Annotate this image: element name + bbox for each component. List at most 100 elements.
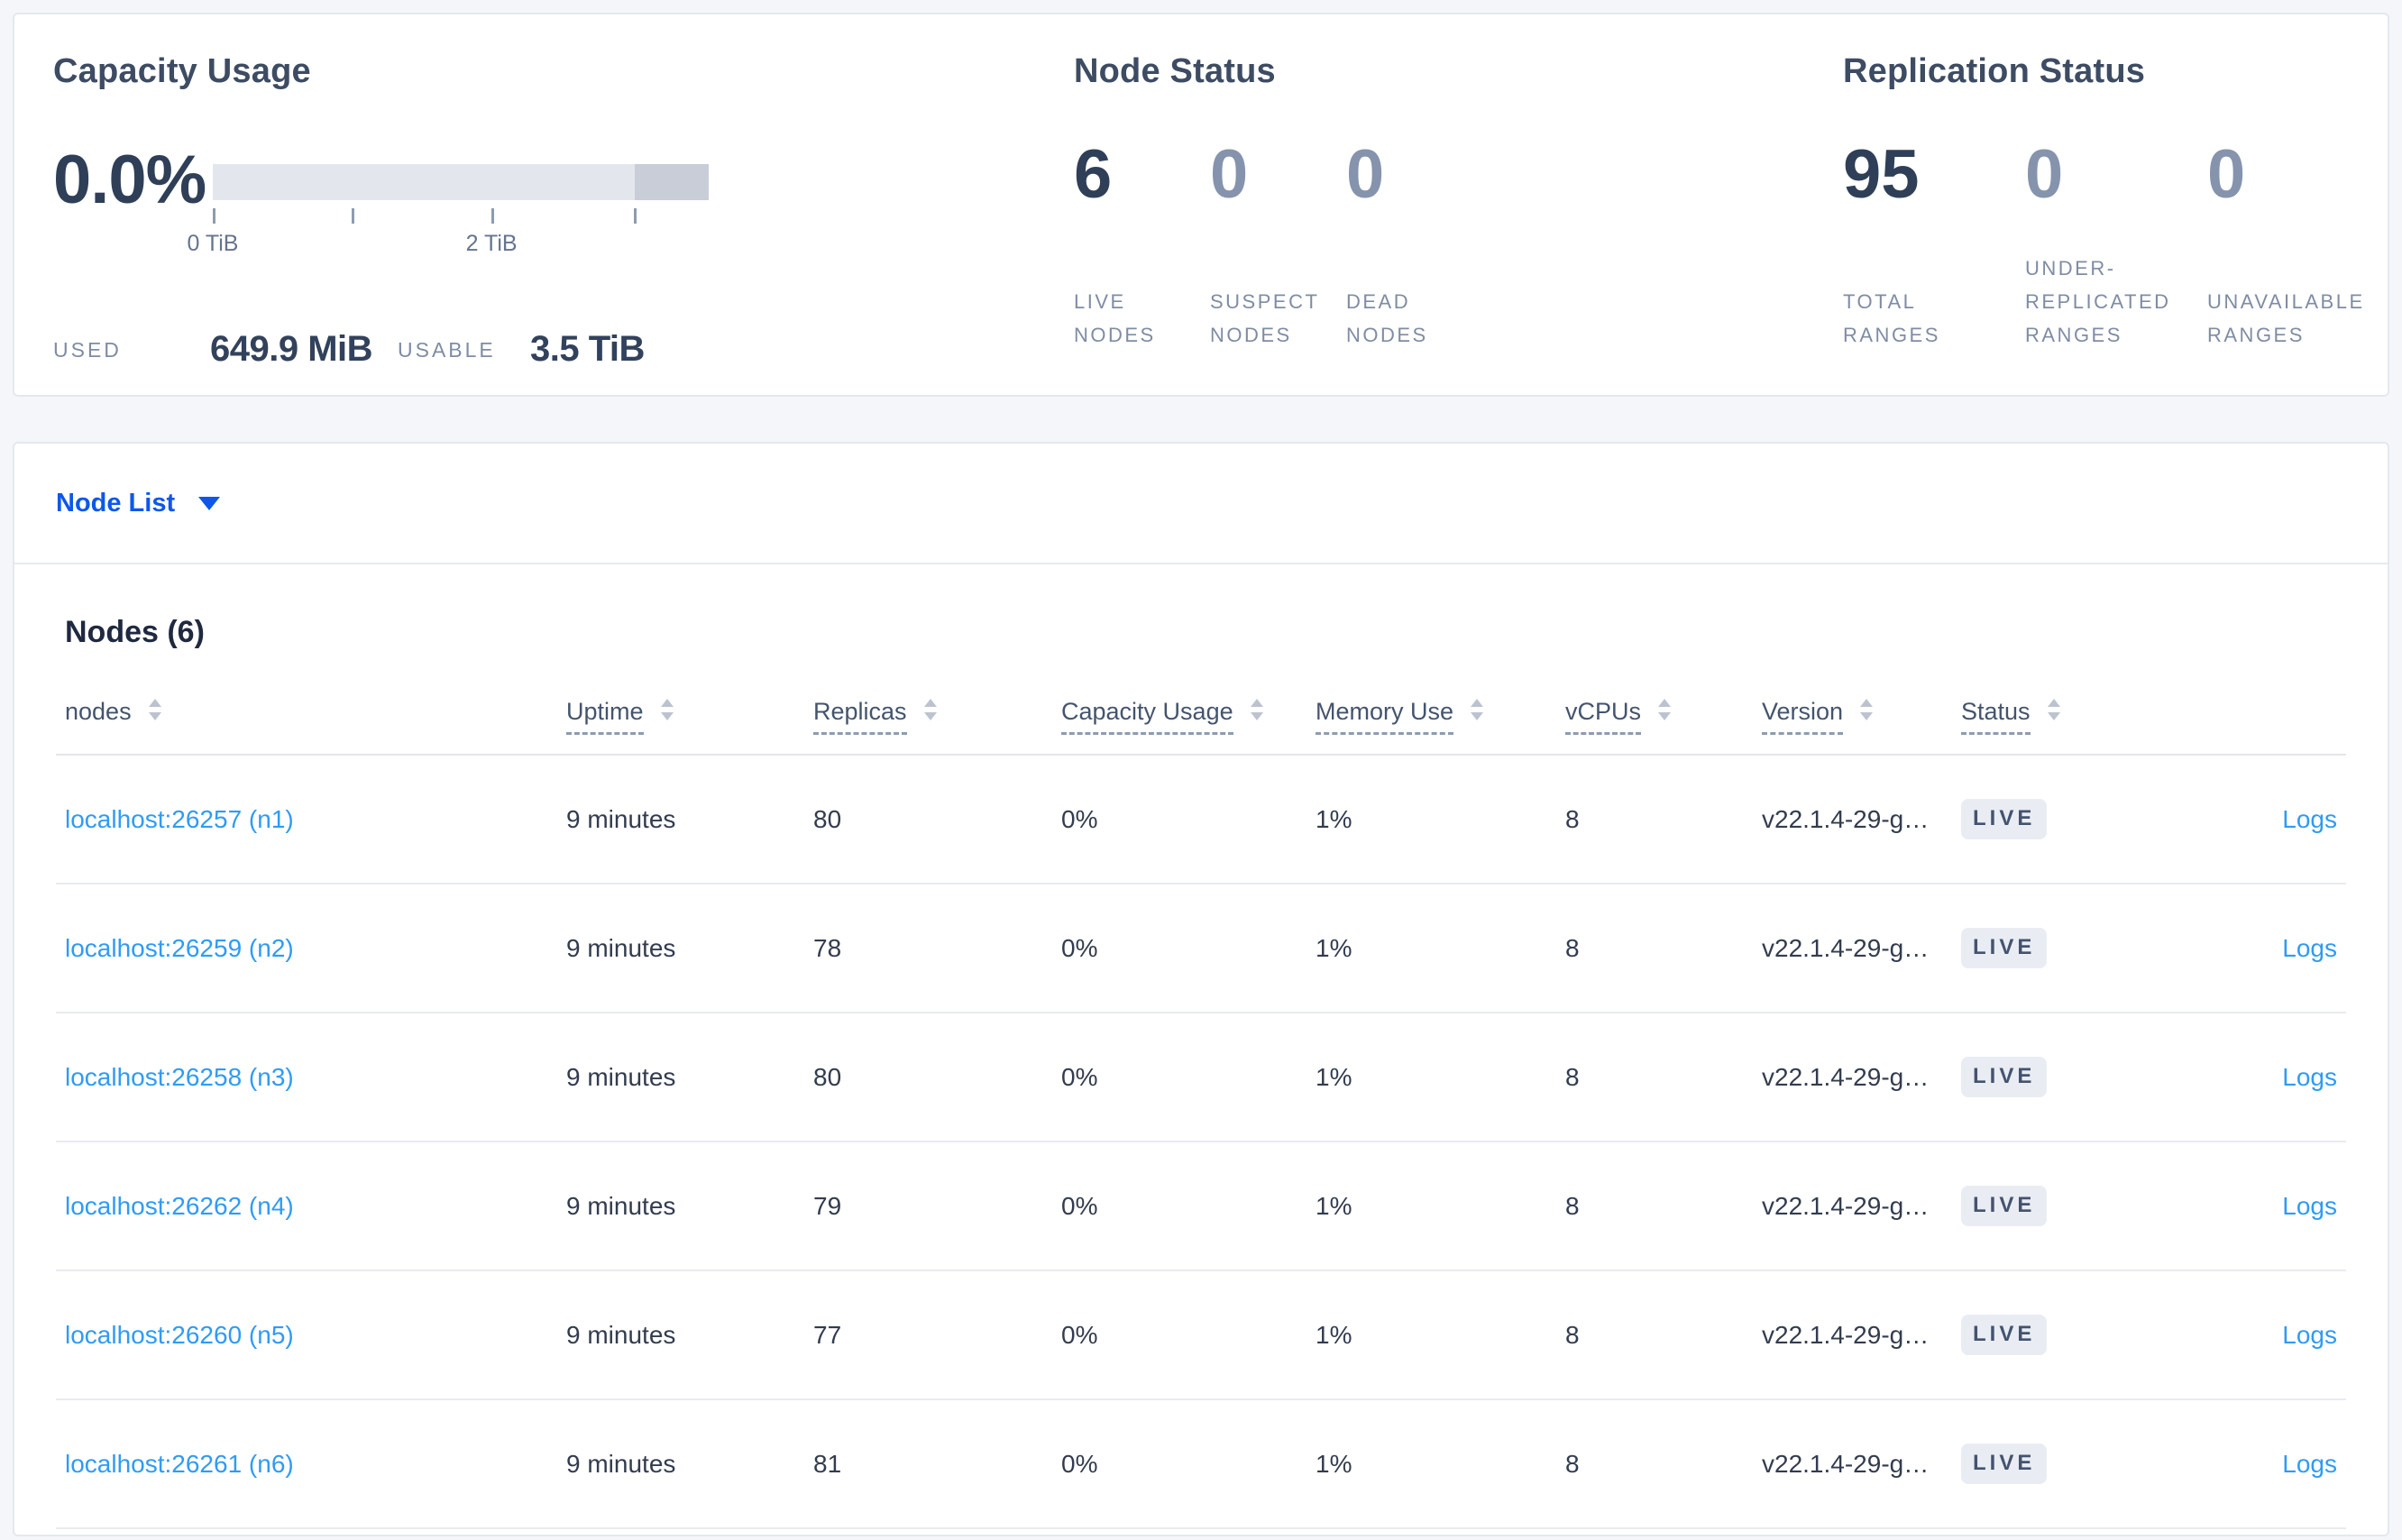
column-header-uptime[interactable]: Uptime bbox=[557, 674, 804, 756]
vcpus-cell: 8 bbox=[1556, 1141, 1753, 1271]
node-link[interactable]: localhost:26262 (n4) bbox=[65, 1192, 294, 1220]
stat-label-line: SUSPECT bbox=[1210, 290, 1320, 313]
capacity-tick bbox=[213, 208, 215, 224]
capacity-stats: USED 649.9 MiB USABLE 3.5 TiB bbox=[53, 312, 775, 371]
status-badge: LIVE bbox=[1961, 1315, 2048, 1355]
column-label-nodes: nodes bbox=[65, 698, 132, 725]
status-badge: LIVE bbox=[1961, 928, 2048, 968]
version-cell: v22.1.4-29-g… bbox=[1753, 884, 1952, 1013]
table-row: localhost:26262 (n4) 9 minutes 79 0% 1% 8 v22.… bbox=[56, 1141, 2346, 1271]
logs-cell: Logs bbox=[2136, 884, 2346, 1013]
memory-use-cell: 1% bbox=[1306, 1013, 1556, 1142]
column-header-status[interactable]: Status bbox=[1952, 674, 2136, 756]
capacity-usage-cell: 0% bbox=[1052, 1141, 1306, 1271]
node-list-dropdown[interactable]: Node List bbox=[56, 488, 221, 518]
node-link[interactable]: localhost:26260 (n5) bbox=[65, 1321, 294, 1349]
node-list-dropdown-label: Node List bbox=[56, 488, 176, 518]
table-row: localhost:26257 (n1) 9 minutes 80 0% 1% 8 v22.… bbox=[56, 755, 2346, 885]
version-cell: v22.1.4-29-g… bbox=[1753, 1270, 1952, 1400]
logs-cell: Logs bbox=[2136, 1399, 2346, 1529]
used-label: USED bbox=[53, 338, 122, 362]
sort-icon[interactable] bbox=[1857, 697, 1875, 727]
stat-label: UNDER- REPLICATED RANGES bbox=[2025, 216, 2207, 352]
logs-link[interactable]: Logs bbox=[2282, 1063, 2337, 1091]
stat-label-line: NODES bbox=[1210, 324, 1292, 346]
uptime-cell: 9 minutes bbox=[557, 1399, 804, 1529]
node-list-card: Node List Nodes (6) nodes Uptime Replicas C… bbox=[13, 442, 2389, 1536]
column-header-vcpus[interactable]: vCPUs bbox=[1556, 674, 1753, 756]
sort-icon[interactable] bbox=[1248, 697, 1266, 727]
memory-use-cell: 1% bbox=[1306, 884, 1556, 1013]
uptime-cell: 9 minutes bbox=[557, 1270, 804, 1400]
column-header-content: Replicas bbox=[813, 697, 940, 735]
cluster-summary-card: Capacity Usage 0.0% 0 TiB 2 TiB USED 649.… bbox=[13, 13, 2389, 397]
status-badge: LIVE bbox=[1961, 799, 2048, 839]
usable-value: 3.5 TiB bbox=[530, 329, 645, 369]
logs-link[interactable]: Logs bbox=[2282, 1321, 2337, 1349]
capacity-tick-label: 0 TiB bbox=[187, 231, 239, 256]
status-cell: LIVE bbox=[1952, 884, 2136, 1013]
sort-icon[interactable] bbox=[921, 697, 940, 727]
status-cell: LIVE bbox=[1952, 1141, 2136, 1271]
replicas-cell: 80 bbox=[804, 755, 1052, 885]
nodes-heading: Nodes (6) bbox=[65, 615, 205, 649]
column-header-capacity[interactable]: Capacity Usage bbox=[1052, 674, 1306, 756]
node-link[interactable]: localhost:26258 (n3) bbox=[65, 1063, 294, 1091]
uptime-cell: 9 minutes bbox=[557, 1141, 804, 1271]
node-link[interactable]: localhost:26259 (n2) bbox=[65, 934, 294, 962]
chevron-down-icon bbox=[198, 496, 221, 510]
column-header-nodes[interactable]: nodes bbox=[56, 674, 557, 756]
column-header-version[interactable]: Version bbox=[1753, 674, 1952, 756]
node-address-cell: localhost:26259 (n2) bbox=[56, 884, 557, 1013]
replicas-cell: 81 bbox=[804, 1399, 1052, 1529]
stat-label-line: DEAD bbox=[1346, 290, 1411, 313]
column-header-logs bbox=[2136, 674, 2346, 756]
sort-icon[interactable] bbox=[146, 697, 164, 727]
capacity-usage-cell: 0% bbox=[1052, 884, 1306, 1013]
version-cell: v22.1.4-29-g… bbox=[1753, 1399, 1952, 1529]
status-badge: LIVE bbox=[1961, 1186, 2048, 1226]
status-cell: LIVE bbox=[1952, 755, 2136, 885]
column-label-capacity: Capacity Usage bbox=[1061, 698, 1233, 735]
column-header-content: nodes bbox=[65, 697, 164, 727]
uptime-cell: 9 minutes bbox=[557, 1013, 804, 1142]
node-address-cell: localhost:26262 (n4) bbox=[56, 1141, 557, 1271]
capacity-usage-cell: 0% bbox=[1052, 1399, 1306, 1529]
stat-label-line: UNDER- bbox=[2025, 257, 2116, 280]
vcpus-cell: 8 bbox=[1556, 884, 1753, 1013]
capacity-usage-section: Capacity Usage 0.0% 0 TiB 2 TiB USED 649.… bbox=[53, 14, 1009, 395]
sort-icon[interactable] bbox=[1468, 697, 1486, 727]
capacity-bar-chart: 0 TiB 2 TiB bbox=[188, 164, 709, 281]
column-label-version: Version bbox=[1762, 698, 1844, 735]
node-address-cell: localhost:26258 (n3) bbox=[56, 1013, 557, 1142]
stat-label-line: TOTAL bbox=[1843, 290, 1917, 313]
column-label-status: Status bbox=[1961, 698, 2031, 735]
node-link[interactable]: localhost:26257 (n1) bbox=[65, 805, 294, 833]
stat-label-line: REPLICATED bbox=[2025, 290, 2171, 313]
column-header-replicas[interactable]: Replicas bbox=[804, 674, 1052, 756]
column-header-content: Version bbox=[1762, 697, 1875, 735]
stat-label-line: LIVE bbox=[1074, 290, 1126, 313]
logs-link[interactable]: Logs bbox=[2282, 1192, 2337, 1220]
table-row: localhost:26261 (n6) 9 minutes 81 0% 1% 8 v22.… bbox=[56, 1399, 2346, 1529]
sort-icon[interactable] bbox=[2045, 697, 2063, 727]
logs-cell: Logs bbox=[2136, 1141, 2346, 1271]
memory-use-cell: 1% bbox=[1306, 1399, 1556, 1529]
node-link[interactable]: localhost:26261 (n6) bbox=[65, 1450, 294, 1478]
column-header-memory[interactable]: Memory Use bbox=[1306, 674, 1556, 756]
status-badge: LIVE bbox=[1961, 1444, 2048, 1484]
status-cell: LIVE bbox=[1952, 1270, 2136, 1400]
sort-icon[interactable] bbox=[658, 697, 676, 727]
capacity-usage-cell: 0% bbox=[1052, 1013, 1306, 1142]
stat-value: 0 bbox=[1346, 136, 1385, 213]
stat-value: 0 bbox=[1210, 136, 1249, 213]
stat-label-line: NODES bbox=[1346, 324, 1428, 346]
logs-link[interactable]: Logs bbox=[2282, 805, 2337, 833]
logs-link[interactable]: Logs bbox=[2282, 934, 2337, 962]
node-address-cell: localhost:26257 (n1) bbox=[56, 755, 557, 885]
sort-icon[interactable] bbox=[1655, 697, 1673, 727]
logs-link[interactable]: Logs bbox=[2282, 1450, 2337, 1478]
view-selector-strip: Node List bbox=[14, 444, 2388, 564]
replication-status-title: Replication Status bbox=[1843, 52, 2146, 90]
nodes-table-section: Nodes (6) nodes Uptime Replicas Capacity Us… bbox=[14, 615, 2388, 1529]
